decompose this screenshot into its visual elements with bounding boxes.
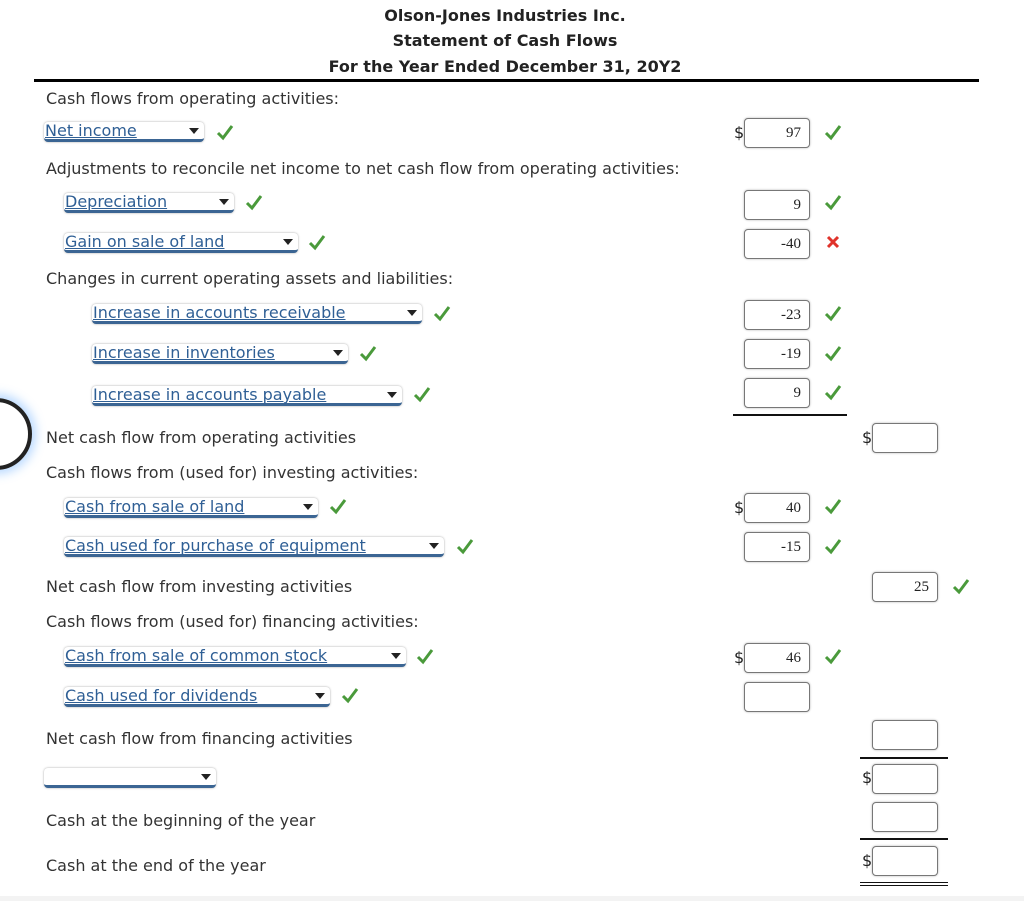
cash-beginning-input[interactable] [872,802,938,832]
chevron-down-icon [303,504,313,510]
dollar-sign: $ [862,851,873,870]
x-mark-icon [826,235,840,249]
net-operating-label: Net cash flow from operating activities [46,428,357,447]
accounts-receivable-input[interactable]: -23 [744,300,810,330]
check-icon [433,306,451,322]
dollar-sign: $ [862,428,873,447]
net-financing-input[interactable] [872,720,938,750]
chevron-down-icon [387,392,397,398]
dollar-sign: $ [734,498,745,517]
check-icon [824,385,842,401]
cash-end-label: Cash at the end of the year [46,856,266,875]
check-icon [824,125,842,141]
depreciation-select-value: Depreciation [65,192,168,211]
gain-on-sale-input[interactable]: -40 [744,229,810,259]
inventories-select-value: Increase in inventories [93,343,275,362]
net-financing-label: Net cash flow from financing activities [46,729,353,748]
common-stock-input[interactable]: 46 [744,643,810,673]
double-rule-bottom [860,885,948,886]
footer-bar [0,896,1024,901]
check-icon [329,499,347,515]
dollar-sign: $ [734,123,745,142]
operating-heading: Cash flows from operating activities: [46,89,340,108]
chevron-down-icon [333,350,343,356]
check-icon [824,499,842,515]
purchase-equipment-select[interactable]: Cash used for purchase of equipment [64,537,444,557]
dividends-select[interactable]: Cash used for dividends [64,687,330,707]
investing-heading: Cash flows from (used for) investing act… [46,463,419,482]
cash-end-input[interactable] [872,846,938,876]
inventories-select[interactable]: Increase in inventories [92,344,348,364]
adjustments-heading: Adjustments to reconcile net income to n… [46,159,680,178]
check-icon [824,195,842,211]
chevron-down-icon [315,693,325,699]
check-icon [824,306,842,322]
check-icon [824,346,842,362]
company-name: Olson-Jones Industries Inc. [384,6,626,25]
chevron-down-icon [391,653,401,659]
statement-period: For the Year Ended December 31, 20Y2 [328,57,682,76]
purchase-equipment-input[interactable]: -15 [744,532,810,562]
header-rule [34,79,979,82]
check-icon [456,539,474,555]
gain-on-sale-select-value: Gain on sale of land [65,232,225,251]
net-income-input[interactable]: 97 [744,118,810,148]
sale-of-land-select[interactable]: Cash from sale of land [64,498,318,518]
chevron-down-icon [219,199,229,205]
accounts-receivable-select-value: Increase in accounts receivable [93,303,346,322]
chevron-down-icon [189,128,199,134]
common-stock-select-value: Cash from sale of common stock [65,646,328,665]
net-income-select-value: Net income [45,121,137,140]
gain-on-sale-select[interactable]: Gain on sale of land [64,233,298,253]
cash-beginning-label: Cash at the beginning of the year [46,811,316,830]
accounts-payable-select[interactable]: Increase in accounts payable [92,386,402,406]
purchase-equipment-select-value: Cash used for purchase of equipment [65,536,366,555]
accounts-receivable-select[interactable]: Increase in accounts receivable [92,304,422,324]
net-operating-input[interactable] [872,423,938,453]
net-investing-label: Net cash flow from investing activities [46,577,353,596]
changes-heading: Changes in current operating assets and … [46,269,454,288]
inventories-input[interactable]: -19 [744,339,810,369]
statement-title: Statement of Cash Flows [392,31,618,50]
common-stock-select[interactable]: Cash from sale of common stock [64,647,406,667]
net-change-input[interactable] [872,764,938,794]
sale-of-land-select-value: Cash from sale of land [65,497,245,516]
dollar-sign: $ [862,768,873,787]
check-icon [824,649,842,665]
check-icon [245,195,263,211]
check-icon [416,649,434,665]
net-change-select[interactable] [44,768,216,788]
accounts-payable-input[interactable]: 9 [744,378,810,408]
subtotal-rule [733,414,847,416]
net-income-select[interactable]: Net income [44,122,204,142]
depreciation-select[interactable]: Depreciation [64,193,234,213]
chevron-down-icon [407,310,417,316]
check-icon [341,688,359,704]
subtotal-rule [860,838,948,840]
chevron-down-icon [201,774,211,780]
dividends-input[interactable] [744,682,810,712]
focus-ring-indicator [0,398,32,470]
net-investing-input[interactable]: 25 [872,572,938,602]
double-rule-top [860,882,948,883]
financing-heading: Cash flows from (used for) financing act… [46,612,419,631]
check-icon [413,387,431,403]
accounts-payable-select-value: Increase in accounts payable [93,385,327,404]
sale-of-land-input[interactable]: 40 [744,493,810,523]
check-icon [359,346,377,362]
subtotal-rule [860,757,948,759]
dollar-sign: $ [734,648,745,667]
check-icon [952,579,970,595]
dividends-select-value: Cash used for dividends [65,686,258,705]
depreciation-input[interactable]: 9 [744,190,810,220]
check-icon [216,125,234,141]
check-icon [308,235,326,251]
check-icon [824,539,842,555]
chevron-down-icon [283,239,293,245]
chevron-down-icon [429,543,439,549]
